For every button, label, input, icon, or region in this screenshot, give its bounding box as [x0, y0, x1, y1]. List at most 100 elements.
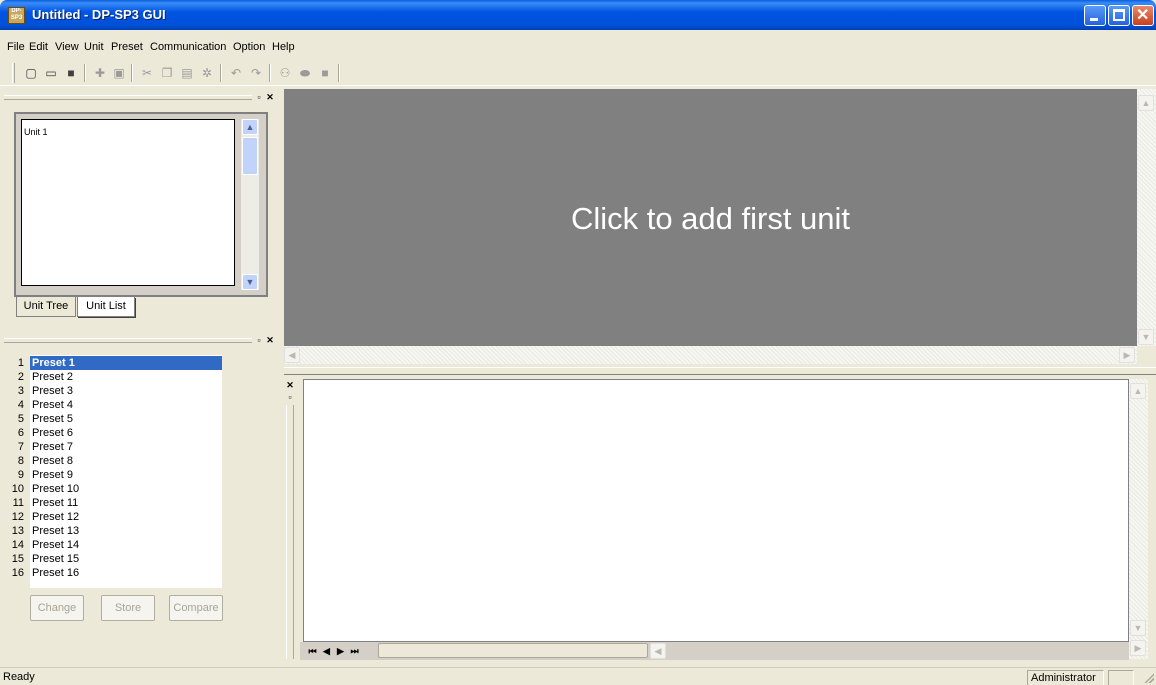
scroll-up-icon[interactable]: ▲: [1138, 95, 1154, 111]
new-file-icon[interactable]: ▢: [24, 66, 38, 80]
next-page-icon[interactable]: ▶: [335, 645, 346, 657]
restore-pane-icon[interactable]: ▫: [254, 92, 264, 102]
scroll-right-icon[interactable]: ▶: [1119, 347, 1135, 363]
cut-icon[interactable]: ✂: [140, 66, 154, 80]
preset-item[interactable]: Preset 11: [30, 496, 222, 510]
add-first-unit-prompt[interactable]: Click to add first unit: [284, 201, 1137, 237]
bottom-pane-controls: ✕ ▫: [285, 380, 298, 404]
close-button[interactable]: ✕: [1132, 5, 1154, 26]
undo-icon[interactable]: ↶: [229, 66, 243, 80]
connect-icon[interactable]: ⚇: [278, 66, 292, 80]
preset-item[interactable]: Preset 5: [30, 412, 222, 426]
app-icon[interactable]: DP-SP3: [8, 7, 25, 24]
store-button[interactable]: Store: [101, 595, 155, 621]
preset-item-selected[interactable]: Preset 1: [30, 356, 222, 370]
main-horizontal-scrollbar[interactable]: ◀ ▶: [284, 346, 1137, 364]
title-bar[interactable]: DP-SP3 Untitled - DP-SP3 GUI ✕: [0, 0, 1156, 30]
pane-grip: [4, 95, 252, 100]
menu-unit[interactable]: Unit: [84, 41, 104, 53]
preset-list[interactable]: Preset 1 Preset 2 Preset 3 Preset 4 Pres…: [30, 355, 222, 588]
preset-item[interactable]: Preset 7: [30, 440, 222, 454]
preset-number: 3: [17, 385, 24, 397]
scroll-down-icon[interactable]: ▼: [1130, 620, 1146, 636]
resize-grip-icon[interactable]: [1143, 672, 1154, 683]
preset-number: 16: [11, 567, 24, 579]
scroll-up-icon[interactable]: ▲: [242, 119, 258, 135]
close-pane-icon[interactable]: ✕: [265, 335, 275, 345]
first-page-icon[interactable]: ⏮: [307, 645, 318, 657]
status-text: Ready: [3, 671, 35, 683]
menu-preset[interactable]: Preset: [111, 41, 143, 53]
close-pane-icon[interactable]: ✕: [285, 380, 295, 390]
preset-item[interactable]: Preset 3: [30, 384, 222, 398]
preset-number: 2: [17, 371, 24, 383]
pane-grip[interactable]: [286, 405, 294, 659]
print-preview-icon[interactable]: ▣: [112, 66, 126, 80]
scroll-down-icon[interactable]: ▼: [1138, 329, 1154, 345]
add-unit-icon[interactable]: ✚: [93, 66, 107, 80]
close-pane-icon[interactable]: ✕: [265, 92, 275, 102]
last-page-icon[interactable]: ⏭: [349, 645, 360, 657]
save-icon[interactable]: ■: [64, 66, 78, 80]
minimize-icon: [1090, 18, 1098, 21]
menu-file[interactable]: File: [7, 41, 25, 53]
preset-item[interactable]: Preset 6: [30, 426, 222, 440]
unit-canvas[interactable]: Click to add first unit: [284, 89, 1137, 346]
menu-bar: File Edit View Unit Preset Communication…: [0, 38, 1156, 58]
preset-item[interactable]: Preset 12: [30, 510, 222, 524]
menu-communication[interactable]: Communication: [150, 41, 226, 53]
close-icon: ✕: [1136, 7, 1150, 24]
previous-page-icon[interactable]: ◀: [321, 645, 332, 657]
maximize-button[interactable]: [1108, 5, 1130, 26]
restore-pane-icon[interactable]: ▫: [254, 335, 264, 345]
view-splitter[interactable]: [284, 367, 1156, 375]
menu-option[interactable]: Option: [233, 41, 265, 53]
toolbar-grip[interactable]: [12, 63, 15, 83]
preset-item[interactable]: Preset 8: [30, 454, 222, 468]
open-folder-icon[interactable]: ▭: [44, 66, 58, 80]
tab-unit-list[interactable]: Unit List: [77, 297, 135, 317]
toolbar-separator: [338, 64, 340, 82]
unit-pane-header[interactable]: ▫ ✕: [0, 92, 280, 104]
scroll-thumb[interactable]: [378, 643, 648, 658]
scroll-left-icon[interactable]: ◀: [650, 643, 666, 659]
restore-pane-icon[interactable]: ▫: [285, 392, 295, 402]
main-vertical-scrollbar[interactable]: ▲ ▼: [1137, 89, 1156, 346]
compare-button[interactable]: Compare: [169, 595, 223, 621]
copy-icon[interactable]: ❐: [160, 66, 174, 80]
preset-item[interactable]: Preset 14: [30, 538, 222, 552]
preset-item[interactable]: Preset 13: [30, 524, 222, 538]
preset-item[interactable]: Preset 4: [30, 398, 222, 412]
change-button[interactable]: Change: [30, 595, 84, 621]
output-pane[interactable]: [303, 379, 1129, 642]
scroll-right-icon[interactable]: ▶: [1130, 640, 1146, 656]
preset-number: 4: [17, 399, 24, 411]
link-icon[interactable]: ⬬: [298, 66, 312, 80]
tab-unit-tree[interactable]: Unit Tree: [16, 297, 76, 317]
unit-tree[interactable]: Unit 1: [21, 119, 235, 286]
preset-item[interactable]: Preset 10: [30, 482, 222, 496]
menu-help[interactable]: Help: [272, 41, 295, 53]
preset-item[interactable]: Preset 16: [30, 566, 222, 580]
scroll-up-icon[interactable]: ▲: [1130, 383, 1146, 399]
status-bar: Ready Administrator: [0, 667, 1156, 685]
stop-icon[interactable]: ■: [318, 66, 332, 80]
output-vertical-scrollbar[interactable]: ▲ ▼ ▶: [1129, 379, 1148, 659]
paste-icon[interactable]: ▤: [180, 66, 194, 80]
preset-pane-header[interactable]: ▫ ✕: [0, 335, 280, 347]
output-horizontal-scrollbar[interactable]: ◀: [300, 642, 1129, 660]
preset-item[interactable]: Preset 9: [30, 468, 222, 482]
preset-item[interactable]: Preset 15: [30, 552, 222, 566]
preset-item[interactable]: Preset 2: [30, 370, 222, 384]
scroll-down-icon[interactable]: ▼: [242, 274, 258, 290]
scroll-thumb[interactable]: [242, 137, 258, 175]
settings-icon[interactable]: ✲: [200, 66, 214, 80]
unit-tree-item[interactable]: Unit 1: [24, 127, 48, 137]
scroll-left-icon[interactable]: ◀: [284, 347, 300, 363]
unit-tree-scrollbar[interactable]: ▲ ▼: [241, 119, 259, 290]
menu-view[interactable]: View: [55, 41, 79, 53]
window-title: Untitled - DP-SP3 GUI: [32, 7, 166, 22]
redo-icon[interactable]: ↷: [249, 66, 263, 80]
menu-edit[interactable]: Edit: [29, 41, 48, 53]
minimize-button[interactable]: [1084, 5, 1106, 26]
